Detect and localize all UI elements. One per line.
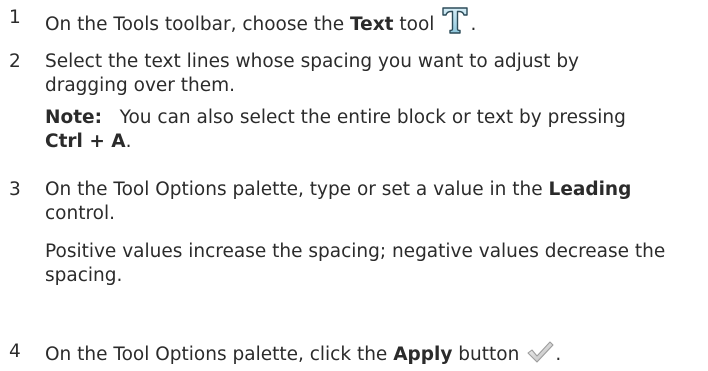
apply-checkmark-icon	[525, 340, 555, 364]
step-number: 4	[9, 341, 21, 362]
step-text-line: control.	[45, 203, 116, 224]
note-text: You can also select the entire block or …	[119, 107, 626, 128]
step-number: 2	[9, 51, 21, 72]
step-text-line: Select the text lines whose spacing you …	[45, 51, 580, 72]
step-paragraph-line: Positive values increase the spacing; ne…	[45, 241, 666, 262]
step-body: Select the text lines whose spacing you …	[45, 50, 700, 154]
step-body: On the Tool Options palette, type or set…	[45, 178, 700, 288]
text-tool-icon	[440, 6, 470, 34]
step-paragraph-line: spacing.	[45, 265, 123, 286]
step-body: On the Tools toolbar, choose the Text to…	[45, 6, 700, 37]
step-text-line: On the Tool Options palette, type or set…	[45, 179, 632, 200]
note-shortcut-line: Ctrl + A.	[45, 131, 132, 152]
ui-term-leading: Leading	[548, 179, 632, 200]
note: Note: You can also select the entire blo…	[45, 106, 700, 130]
step-text-line: dragging over them.	[45, 75, 236, 96]
ui-term-apply: Apply	[393, 344, 453, 365]
step-number: 3	[9, 179, 21, 200]
step-text: On the Tools toolbar, choose the Text to…	[45, 6, 700, 37]
ui-term-text: Text	[350, 14, 394, 35]
note-label: Note:	[45, 107, 102, 128]
step-body: On the Tool Options palette, click the A…	[45, 340, 700, 367]
step-text: On the Tool Options palette, click the A…	[45, 340, 700, 367]
keyboard-shortcut: Ctrl + A	[45, 131, 126, 152]
step-number: 1	[9, 7, 21, 28]
